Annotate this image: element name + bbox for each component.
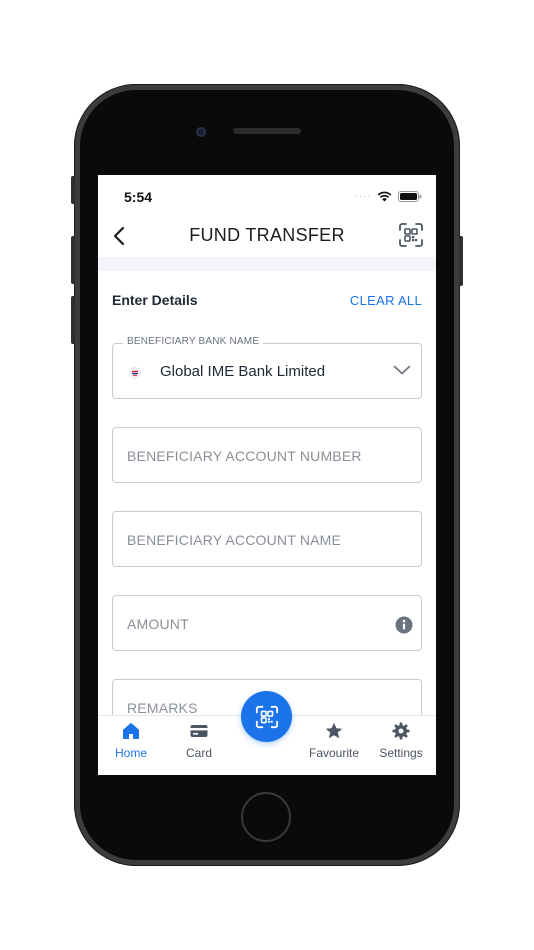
nav-item-favourite[interactable]: Favourite bbox=[304, 716, 364, 775]
status-icons: ···· bbox=[355, 189, 422, 203]
bank-logo-icon bbox=[129, 367, 141, 379]
card-icon bbox=[190, 725, 208, 737]
battery-icon bbox=[398, 190, 422, 202]
nav-item-settings[interactable]: Settings bbox=[371, 716, 431, 775]
signal-dots-icon: ···· bbox=[355, 191, 371, 201]
home-icon bbox=[123, 723, 139, 739]
page-title: FUND TRANSFER bbox=[189, 225, 345, 245]
status-bar: 5:54 ···· bbox=[98, 175, 436, 215]
remarks-placeholder: REMARKS bbox=[127, 700, 198, 716]
section-title: Enter Details bbox=[112, 292, 198, 308]
volume-up-button bbox=[71, 236, 75, 284]
account-number-field[interactable]: BENEFICIARY ACCOUNT NUMBER bbox=[112, 427, 422, 483]
power-button bbox=[459, 236, 463, 286]
nav-item-card[interactable]: Card bbox=[169, 716, 229, 775]
clear-all-button[interactable]: CLEAR ALL bbox=[350, 293, 422, 308]
bank-field-label: BENEFICIARY BANK NAME bbox=[123, 336, 264, 347]
nav-label-favourite: Favourite bbox=[308, 746, 360, 760]
info-icon[interactable] bbox=[395, 616, 413, 634]
app-screen: 5:54 ···· FUND TRANSFER Enter Details CL… bbox=[98, 175, 436, 775]
mute-switch bbox=[71, 176, 75, 204]
qr-scan-icon bbox=[399, 223, 423, 247]
qr-scan-icon bbox=[255, 705, 278, 728]
status-time: 5:54 bbox=[124, 189, 153, 205]
section-header: Enter Details CLEAR ALL bbox=[112, 292, 422, 312]
nav-label-home: Home bbox=[114, 746, 147, 760]
nav-label-card: Card bbox=[185, 746, 212, 760]
home-button[interactable] bbox=[241, 792, 291, 842]
earpiece-speaker bbox=[233, 128, 301, 134]
amount-field[interactable]: AMOUNT bbox=[112, 595, 422, 651]
scan-qr-fab[interactable] bbox=[241, 691, 292, 742]
account-name-placeholder: BENEFICIARY ACCOUNT NAME bbox=[127, 532, 342, 548]
account-number-placeholder: BENEFICIARY ACCOUNT NUMBER bbox=[127, 448, 362, 464]
front-camera bbox=[196, 127, 206, 137]
volume-down-button bbox=[71, 296, 75, 344]
gear-icon bbox=[392, 722, 410, 740]
account-name-field[interactable]: BENEFICIARY ACCOUNT NAME bbox=[112, 511, 422, 567]
wifi-icon bbox=[377, 191, 392, 201]
beneficiary-bank-select[interactable]: BENEFICIARY BANK NAME Global IME Bank Li… bbox=[112, 336, 422, 399]
amount-placeholder: AMOUNT bbox=[127, 616, 189, 632]
bank-field-value: Global IME Bank Limited bbox=[160, 363, 326, 380]
scan-qr-button[interactable] bbox=[398, 222, 424, 248]
header-divider bbox=[98, 257, 436, 271]
nav-label-settings: Settings bbox=[379, 746, 423, 760]
app-header: FUND TRANSFER bbox=[98, 215, 436, 257]
chevron-down-icon bbox=[393, 365, 411, 375]
nav-item-home[interactable]: Home bbox=[101, 716, 161, 775]
star-icon bbox=[325, 722, 343, 739]
